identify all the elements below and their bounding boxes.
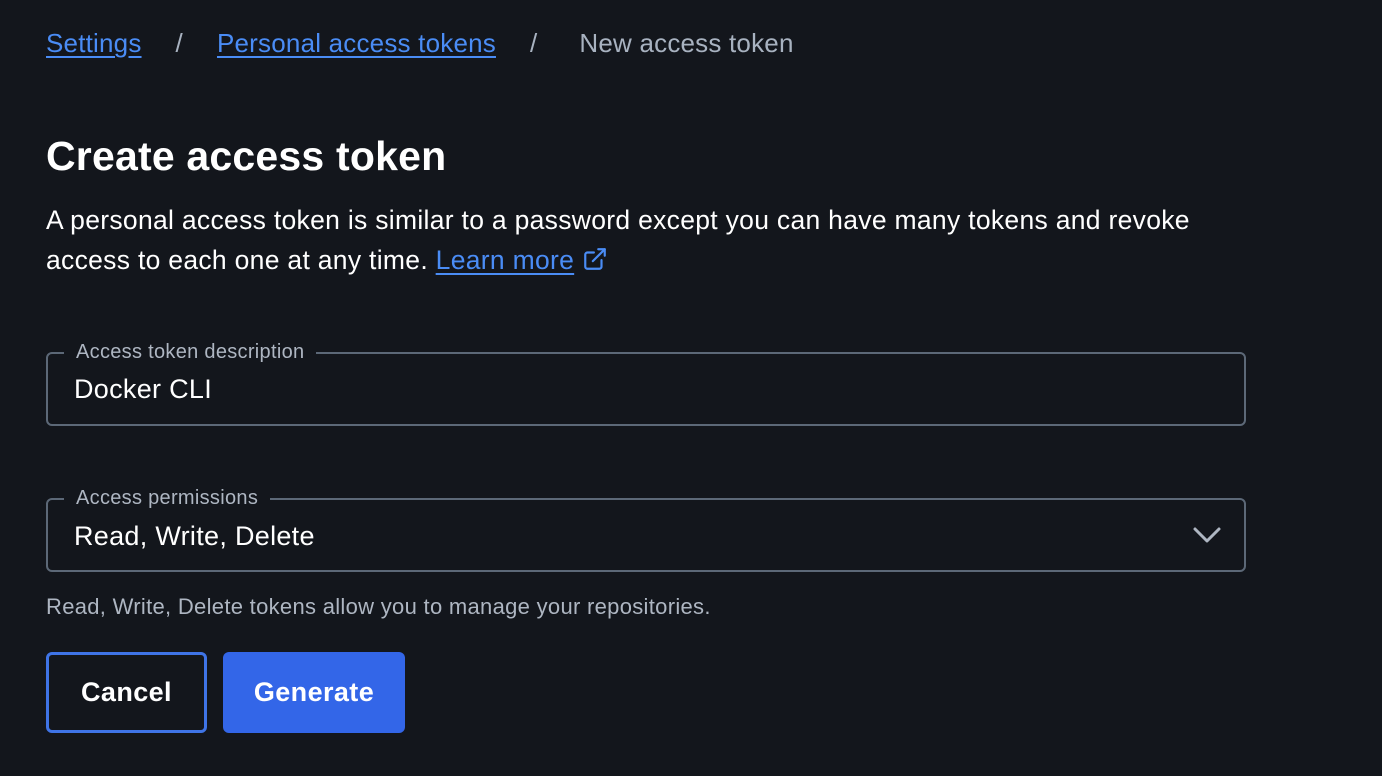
learn-more-link[interactable]: Learn more [436,245,575,275]
page-title: Create access token [46,133,447,179]
access-permissions-select[interactable]: Access permissions Read, Write, Delete [46,485,1246,572]
external-link-icon[interactable] [582,243,608,270]
permissions-helper-text: Read, Write, Delete tokens allow you to … [46,594,711,619]
breadcrumb-settings-link[interactable]: Settings [46,26,142,60]
chevron-down-icon[interactable] [1192,523,1222,547]
breadcrumb: Settings / Personal access tokens / New … [46,26,794,60]
breadcrumb-current-page: New access token [579,28,794,58]
access-token-description-field[interactable]: Access token description [46,339,1246,426]
intro-paragraph: A personal access token is similar to a … [46,200,1226,280]
access-permissions-label: Access permissions [64,485,271,511]
breadcrumb-personal-access-tokens-link[interactable]: Personal access tokens [217,26,496,60]
learn-more-label: Learn more [435,245,575,275]
page: Settings / Personal access tokens / New … [0,0,1382,776]
generate-button[interactable]: Generate [223,652,405,733]
access-permissions-selected-value: Read, Write, Delete [74,521,315,551]
intro-text: A personal access token is similar to a … [46,205,1190,275]
cancel-button[interactable]: Cancel [46,652,207,733]
breadcrumb-separator: / [175,28,183,58]
breadcrumb-separator: / [529,28,538,58]
access-token-description-input[interactable] [74,354,1214,424]
